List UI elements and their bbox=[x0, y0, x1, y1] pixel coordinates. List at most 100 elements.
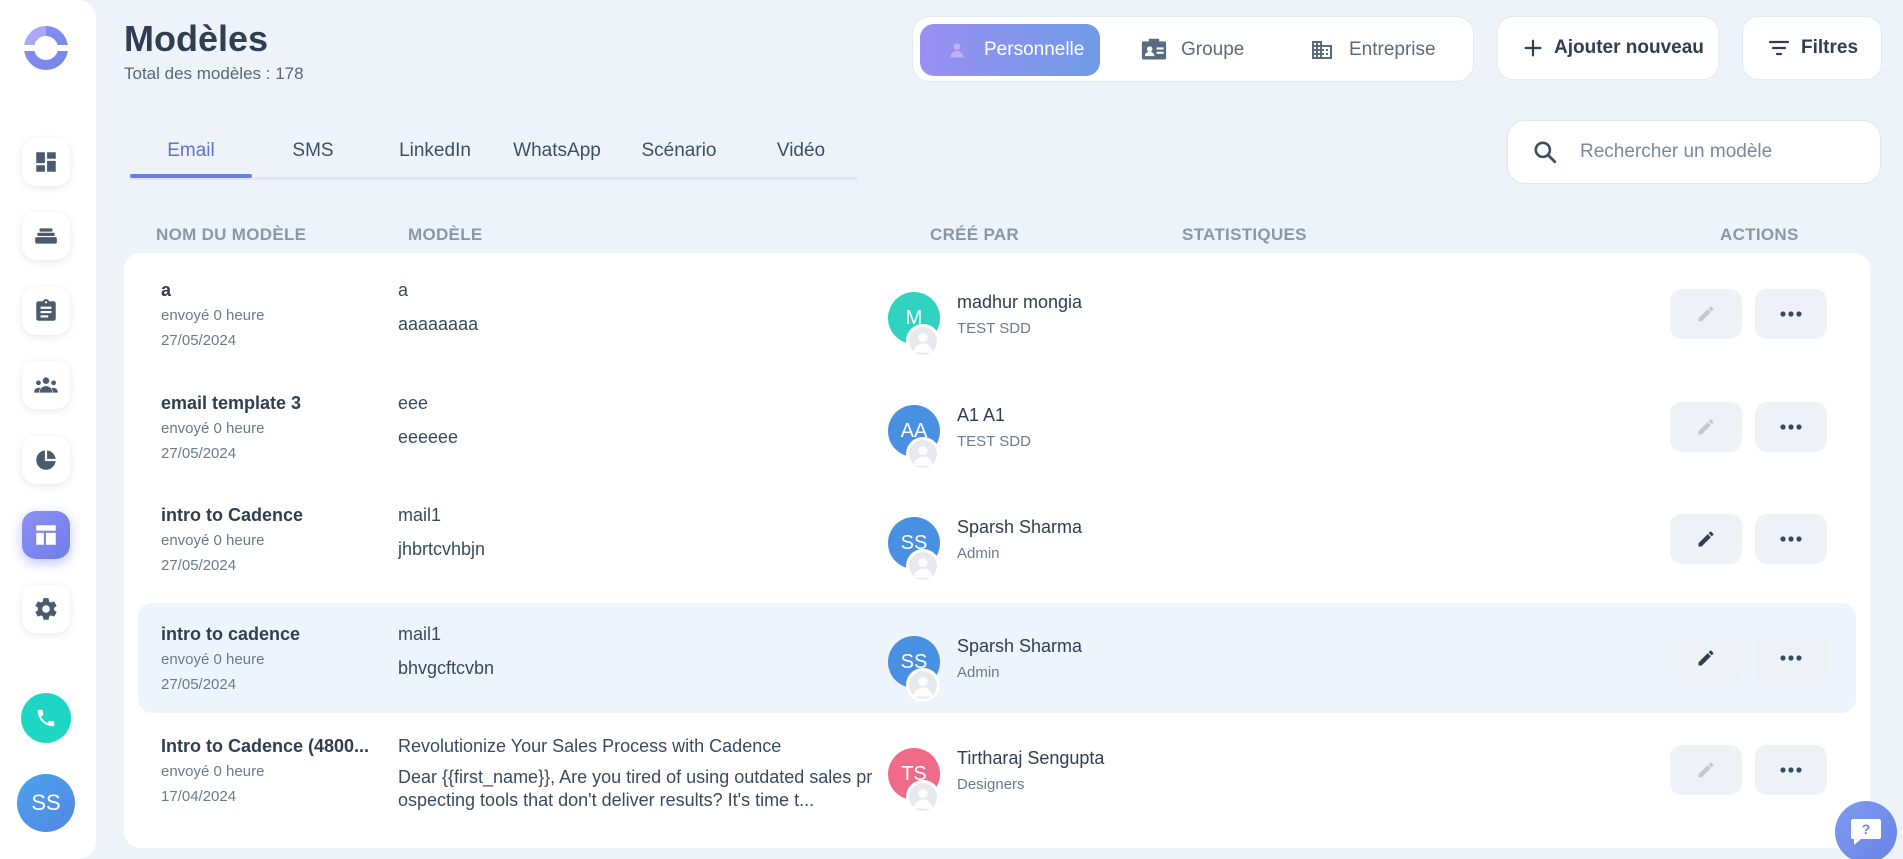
tab-video[interactable]: Vidéo bbox=[740, 140, 862, 162]
filters-button[interactable]: Filtres bbox=[1742, 16, 1882, 80]
table-row[interactable]: a envoyé 0 heure 27/05/2024 a aaaaaaaa M… bbox=[138, 270, 1856, 380]
table-row[interactable]: email template 3 envoyé 0 heure 27/05/20… bbox=[138, 383, 1856, 493]
template-sent: envoyé 0 heure bbox=[161, 651, 265, 668]
tab-email[interactable]: Email bbox=[130, 140, 252, 162]
tab-linkedin[interactable]: LinkedIn bbox=[374, 140, 496, 162]
col-template-name[interactable]: NOM DU MODÈLE bbox=[156, 225, 306, 245]
plus-icon bbox=[1524, 39, 1542, 57]
nav-tasks[interactable] bbox=[22, 287, 70, 335]
creator-team: Admin bbox=[957, 545, 1000, 562]
phone-button[interactable] bbox=[21, 693, 71, 743]
template-name[interactable]: Intro to Cadence (4800... bbox=[161, 736, 381, 757]
template-subject: eee bbox=[398, 393, 429, 413]
user-placeholder-icon bbox=[906, 549, 940, 583]
col-template: MODÈLE bbox=[408, 225, 483, 244]
template-sent: envoyé 0 heure bbox=[161, 420, 265, 437]
templates-table: a envoyé 0 heure 27/05/2024 a aaaaaaaa M… bbox=[124, 253, 1870, 848]
pencil-icon bbox=[1698, 419, 1714, 435]
edit-button[interactable] bbox=[1670, 745, 1742, 795]
active-tab-indicator bbox=[130, 174, 252, 178]
nav-settings[interactable] bbox=[22, 585, 70, 633]
scope-group[interactable]: Groupe bbox=[1141, 24, 1244, 76]
templates-count: Total des modèles : 178 bbox=[124, 64, 304, 83]
col-actions: ACTIONS bbox=[1720, 225, 1799, 244]
creator-team: Admin bbox=[957, 664, 1000, 681]
filters-label: Filtres bbox=[1801, 37, 1859, 58]
creator-team: TEST SDD bbox=[957, 433, 1031, 450]
more-options-button[interactable] bbox=[1755, 514, 1827, 564]
tab-whatsapp[interactable]: WhatsApp bbox=[496, 140, 618, 162]
template-sent: envoyé 0 heure bbox=[161, 532, 265, 549]
template-name[interactable]: intro to Cadence bbox=[161, 505, 381, 526]
more-options-button[interactable] bbox=[1755, 289, 1827, 339]
pencil-icon bbox=[1698, 306, 1714, 322]
more-options-button[interactable] bbox=[1755, 633, 1827, 683]
scope-personal[interactable]: Personnelle bbox=[920, 24, 1100, 76]
user-placeholder-icon bbox=[906, 437, 940, 471]
edit-button[interactable] bbox=[1670, 289, 1742, 339]
more-horizontal-icon bbox=[1780, 536, 1802, 542]
edit-button[interactable] bbox=[1670, 514, 1742, 564]
more-horizontal-icon bbox=[1780, 424, 1802, 430]
scope-switcher: Personnelle Groupe Entreprise bbox=[912, 16, 1474, 82]
user-avatar[interactable]: SS bbox=[17, 774, 75, 832]
nav-dashboard[interactable] bbox=[22, 138, 70, 186]
pencil-icon bbox=[1698, 531, 1714, 547]
stack-icon bbox=[35, 228, 57, 244]
table-row[interactable]: Intro to Cadence (4800... envoyé 0 heure… bbox=[138, 726, 1856, 836]
nav-cadences[interactable] bbox=[22, 212, 70, 260]
creator-avatar: AA bbox=[888, 405, 940, 471]
people-icon bbox=[34, 377, 58, 393]
template-date: 27/05/2024 bbox=[161, 332, 237, 349]
help-chat-icon: ? bbox=[1851, 819, 1881, 845]
template-body: aaaaaaaa bbox=[398, 314, 479, 334]
user-placeholder-icon bbox=[906, 324, 940, 358]
table-row[interactable]: intro to cadence envoyé 0 heure 27/05/20… bbox=[138, 603, 1856, 713]
search-input[interactable] bbox=[1580, 141, 1870, 163]
phone-icon bbox=[37, 709, 55, 727]
nav-statistics[interactable] bbox=[22, 436, 70, 484]
creator-avatar: SS bbox=[888, 636, 940, 702]
more-horizontal-icon bbox=[1780, 767, 1802, 773]
person-icon bbox=[944, 37, 970, 63]
template-subject: Revolutionize Your Sales Process with Ca… bbox=[398, 736, 782, 756]
add-template-button[interactable]: Ajouter nouveau bbox=[1497, 16, 1719, 80]
more-horizontal-icon bbox=[1780, 655, 1802, 661]
creator-name: madhur mongia bbox=[957, 292, 1083, 312]
template-sent: envoyé 0 heure bbox=[161, 307, 265, 324]
pencil-icon bbox=[1698, 762, 1714, 778]
template-body: bhvgcftcvbn bbox=[398, 658, 495, 678]
col-created-by: CRÉÉ PAR bbox=[930, 225, 1019, 244]
nav-templates[interactable] bbox=[22, 511, 70, 559]
template-date: 17/04/2024 bbox=[161, 788, 237, 805]
gear-icon bbox=[35, 598, 57, 620]
creator-name: Tirtharaj Sengupta bbox=[957, 748, 1105, 768]
template-subject: mail1 bbox=[398, 624, 442, 644]
template-subject: mail1 bbox=[398, 505, 442, 525]
app-logo[interactable] bbox=[22, 24, 70, 72]
tab-scenario[interactable]: Scénario bbox=[618, 140, 740, 162]
page-title: Modèles bbox=[124, 18, 269, 59]
edit-button[interactable] bbox=[1670, 633, 1742, 683]
creator-name: A1 A1 bbox=[957, 405, 1006, 425]
more-horizontal-icon bbox=[1780, 311, 1802, 317]
scope-company[interactable]: Entreprise bbox=[1309, 24, 1436, 76]
tab-sms[interactable]: SMS bbox=[252, 140, 374, 162]
template-body: eeeeee bbox=[398, 427, 459, 447]
sidebar: SS bbox=[0, 0, 96, 859]
template-name[interactable]: email template 3 bbox=[161, 393, 381, 414]
creator-team: TEST SDD bbox=[957, 320, 1031, 337]
edit-button[interactable] bbox=[1670, 402, 1742, 452]
scope-personal-label: Personnelle bbox=[984, 39, 1085, 60]
template-name[interactable]: a bbox=[161, 280, 381, 301]
more-options-button[interactable] bbox=[1755, 745, 1827, 795]
template-name[interactable]: intro to cadence bbox=[161, 624, 381, 645]
nav-people[interactable] bbox=[22, 361, 70, 409]
search-box bbox=[1507, 120, 1881, 184]
template-icon bbox=[36, 525, 56, 545]
creator-team: Designers bbox=[957, 776, 1025, 793]
table-row[interactable]: intro to Cadence envoyé 0 heure 27/05/20… bbox=[138, 495, 1856, 605]
more-options-button[interactable] bbox=[1755, 402, 1827, 452]
pencil-icon bbox=[1698, 650, 1714, 666]
help-button[interactable]: ? bbox=[1835, 801, 1897, 859]
